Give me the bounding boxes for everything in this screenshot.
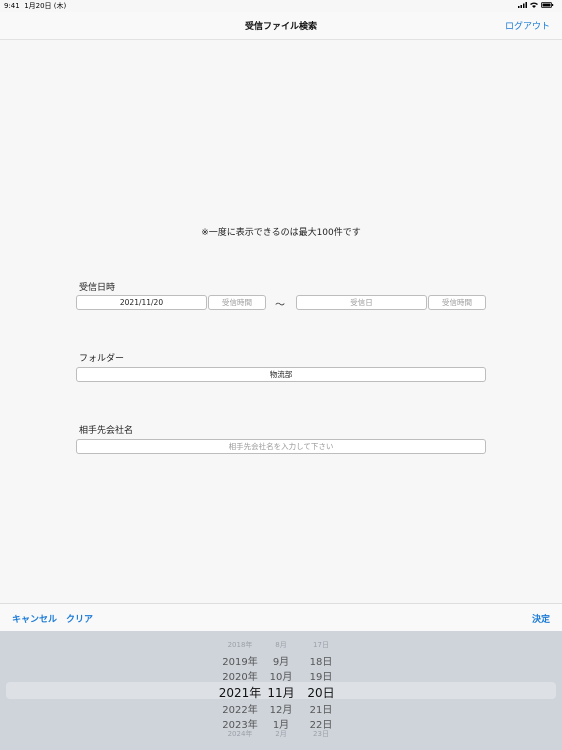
done-button[interactable]: 決定 [532, 612, 550, 625]
picker-day-item[interactable]: 23日 [291, 729, 351, 739]
wifi-icon [530, 2, 538, 8]
status-icons [518, 2, 554, 8]
picker-day-item[interactable]: 18日 [291, 653, 351, 668]
range-separator: 〜 [275, 300, 285, 311]
picker-day-item[interactable]: 21日 [291, 701, 351, 716]
picker-day-item[interactable]: 17日 [291, 640, 351, 650]
picker-day-item[interactable]: 19日 [291, 668, 351, 683]
picker-toolbar: キャンセル クリア 決定 [0, 603, 562, 632]
folder-field[interactable]: 物流部 [76, 367, 486, 382]
received-datetime-label: 受信日時 [79, 283, 116, 293]
logout-button[interactable]: ログアウト [505, 19, 550, 32]
status-time: 9:41 1月20日 (木) [4, 2, 67, 10]
date-picker[interactable]: 2018年 2019年 2020年 2021年 2022年 2023年 2024年 8月 9月… [0, 631, 562, 750]
picker-day-item[interactable]: 20日 [291, 684, 351, 701]
start-time-field[interactable]: 受信時間 [208, 295, 266, 310]
cancel-button[interactable]: キャンセル [12, 612, 57, 625]
end-time-field[interactable]: 受信時間 [428, 295, 486, 310]
status-date: 1月20日 (木) [24, 2, 67, 10]
battery-icon [541, 2, 554, 8]
notice-text: ※一度に表示できるのは最大100件です [201, 228, 361, 238]
signal-icon [518, 2, 527, 8]
company-input[interactable]: 相手先会社名を入力して下さい [76, 439, 486, 454]
company-label: 相手先会社名 [79, 426, 134, 436]
clear-button[interactable]: クリア [66, 612, 93, 625]
start-date-field[interactable]: 2021/11/20 [76, 295, 207, 310]
end-date-field[interactable]: 受信日 [296, 295, 427, 310]
navigation-bar: 受信ファイル検索 ログアウト [0, 12, 562, 40]
status-bar: 9:41 1月20日 (木) [0, 0, 562, 12]
folder-label: フォルダー [79, 354, 125, 364]
page-title: 受信ファイル検索 [244, 22, 317, 32]
